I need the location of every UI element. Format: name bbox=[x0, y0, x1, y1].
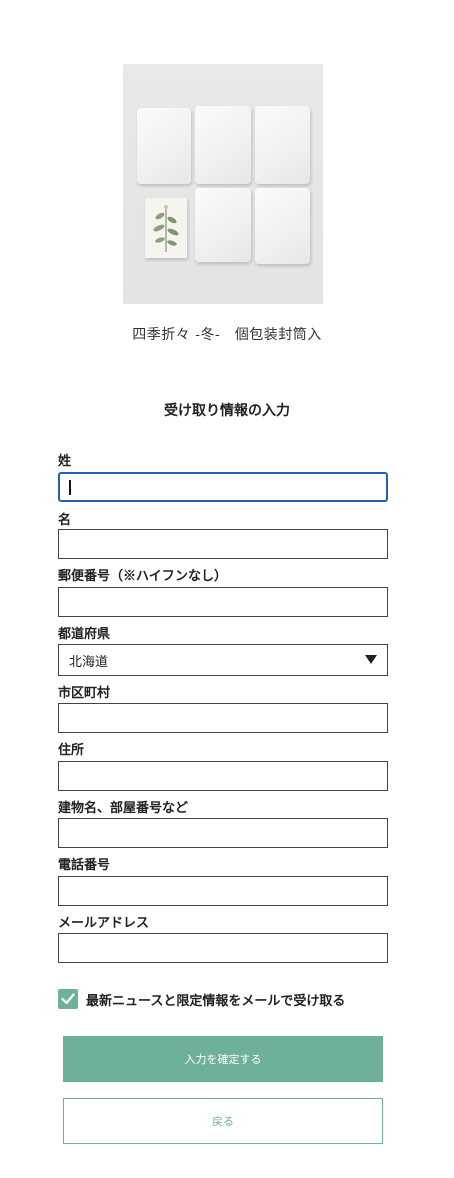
address-label: 住所 bbox=[58, 743, 85, 758]
first-name-input[interactable] bbox=[58, 529, 388, 559]
pouch-image bbox=[255, 106, 310, 184]
building-label: 建物名、部屋番号など bbox=[58, 801, 189, 816]
prefecture-label: 都道府県 bbox=[58, 627, 111, 642]
last-name-input[interactable] bbox=[58, 472, 388, 502]
product-image bbox=[123, 64, 323, 304]
submit-button[interactable]: 入力を確定する bbox=[63, 1036, 383, 1082]
text-caret bbox=[69, 480, 71, 495]
phone-label: 電話番号 bbox=[58, 858, 111, 873]
last-name-label: 姓 bbox=[58, 454, 72, 469]
product-name: 四季折々 -冬- 個包装封筒入 bbox=[132, 327, 322, 343]
newsletter-checkbox[interactable] bbox=[58, 989, 78, 1009]
pouch-image bbox=[195, 106, 251, 184]
dropdown-arrow-icon bbox=[365, 655, 377, 664]
botanical-card-image bbox=[145, 198, 187, 258]
address-input[interactable] bbox=[58, 761, 388, 791]
back-button[interactable]: 戻る bbox=[63, 1098, 383, 1144]
email-label: メールアドレス bbox=[58, 916, 150, 931]
checkmark-icon bbox=[61, 993, 75, 1005]
pouch-image bbox=[255, 188, 310, 264]
postal-code-input[interactable] bbox=[58, 587, 388, 617]
pouch-image bbox=[195, 188, 251, 262]
city-label: 市区町村 bbox=[58, 686, 111, 701]
first-name-label: 名 bbox=[58, 513, 72, 528]
form-title: 受け取り情報の入力 bbox=[164, 403, 290, 419]
prefecture-selected-value: 北海道 bbox=[69, 655, 109, 670]
pouch-image bbox=[137, 108, 191, 184]
postal-code-label: 郵便番号（※ハイフンなし） bbox=[58, 569, 228, 584]
city-input[interactable] bbox=[58, 703, 388, 733]
email-input[interactable] bbox=[58, 933, 388, 963]
prefecture-select[interactable]: 北海道 bbox=[58, 644, 388, 676]
building-input[interactable] bbox=[58, 818, 388, 848]
phone-input[interactable] bbox=[58, 876, 388, 906]
newsletter-label[interactable]: 最新ニュースと限定情報をメールで受け取る bbox=[86, 990, 345, 1009]
